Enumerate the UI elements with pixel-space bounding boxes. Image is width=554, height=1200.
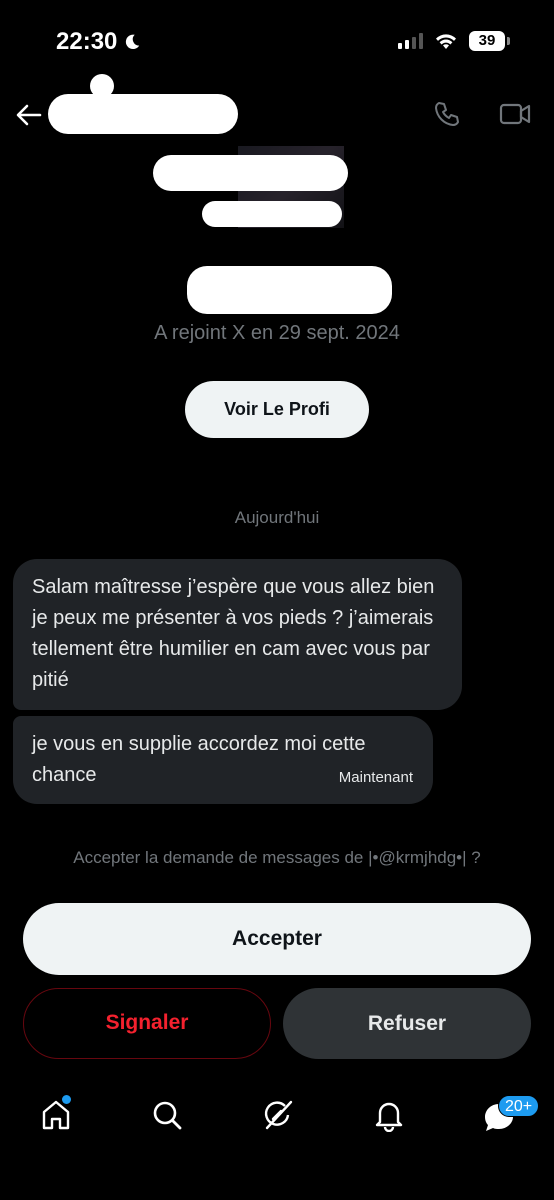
video-icon[interactable] bbox=[498, 99, 532, 129]
report-button[interactable]: Signaler bbox=[23, 988, 271, 1059]
redacted-header-name bbox=[48, 94, 238, 134]
joined-date: A rejoint X en 29 sept. 2024 bbox=[154, 322, 400, 344]
time-text: 22:30 bbox=[56, 28, 118, 55]
message-bubble: Salam maîtresse j’espère que vous allez … bbox=[13, 559, 462, 710]
back-arrow-icon[interactable] bbox=[14, 100, 44, 130]
messages-badge: 20+ bbox=[498, 1095, 540, 1117]
message-bubble: je vous en supplie accordez moi cette ch… bbox=[13, 716, 433, 804]
view-profile-button[interactable]: Voir Le Profi bbox=[185, 381, 369, 438]
bell-icon[interactable] bbox=[372, 1098, 406, 1132]
date-separator: Aujourd'hui bbox=[234, 508, 320, 527]
redacted-display-name-2 bbox=[202, 201, 342, 227]
refuse-button[interactable]: Refuser bbox=[283, 988, 531, 1059]
wifi-icon bbox=[436, 34, 456, 49]
redacted-handle bbox=[187, 266, 392, 314]
message-request-prompt: Accepter la demande de messages de |•@kr… bbox=[73, 848, 481, 867]
message-timestamp: Maintenant bbox=[338, 769, 413, 786]
message-text: je vous en supplie accordez moi cette ch… bbox=[32, 733, 366, 786]
notification-dot bbox=[62, 1095, 71, 1104]
redacted-display-name bbox=[153, 155, 348, 191]
status-bar: 22:30 39 bbox=[0, 0, 554, 84]
phone-icon[interactable] bbox=[432, 99, 462, 129]
moon-icon bbox=[126, 34, 140, 50]
accept-button[interactable]: Accepter bbox=[23, 903, 531, 975]
grok-icon[interactable] bbox=[261, 1098, 295, 1132]
message-text: Salam maîtresse j’espère que vous allez … bbox=[32, 576, 435, 691]
clock: 22:30 bbox=[56, 28, 141, 56]
search-icon[interactable] bbox=[150, 1098, 184, 1132]
battery-indicator: 39 bbox=[469, 31, 510, 51]
signal-icon bbox=[398, 33, 423, 49]
